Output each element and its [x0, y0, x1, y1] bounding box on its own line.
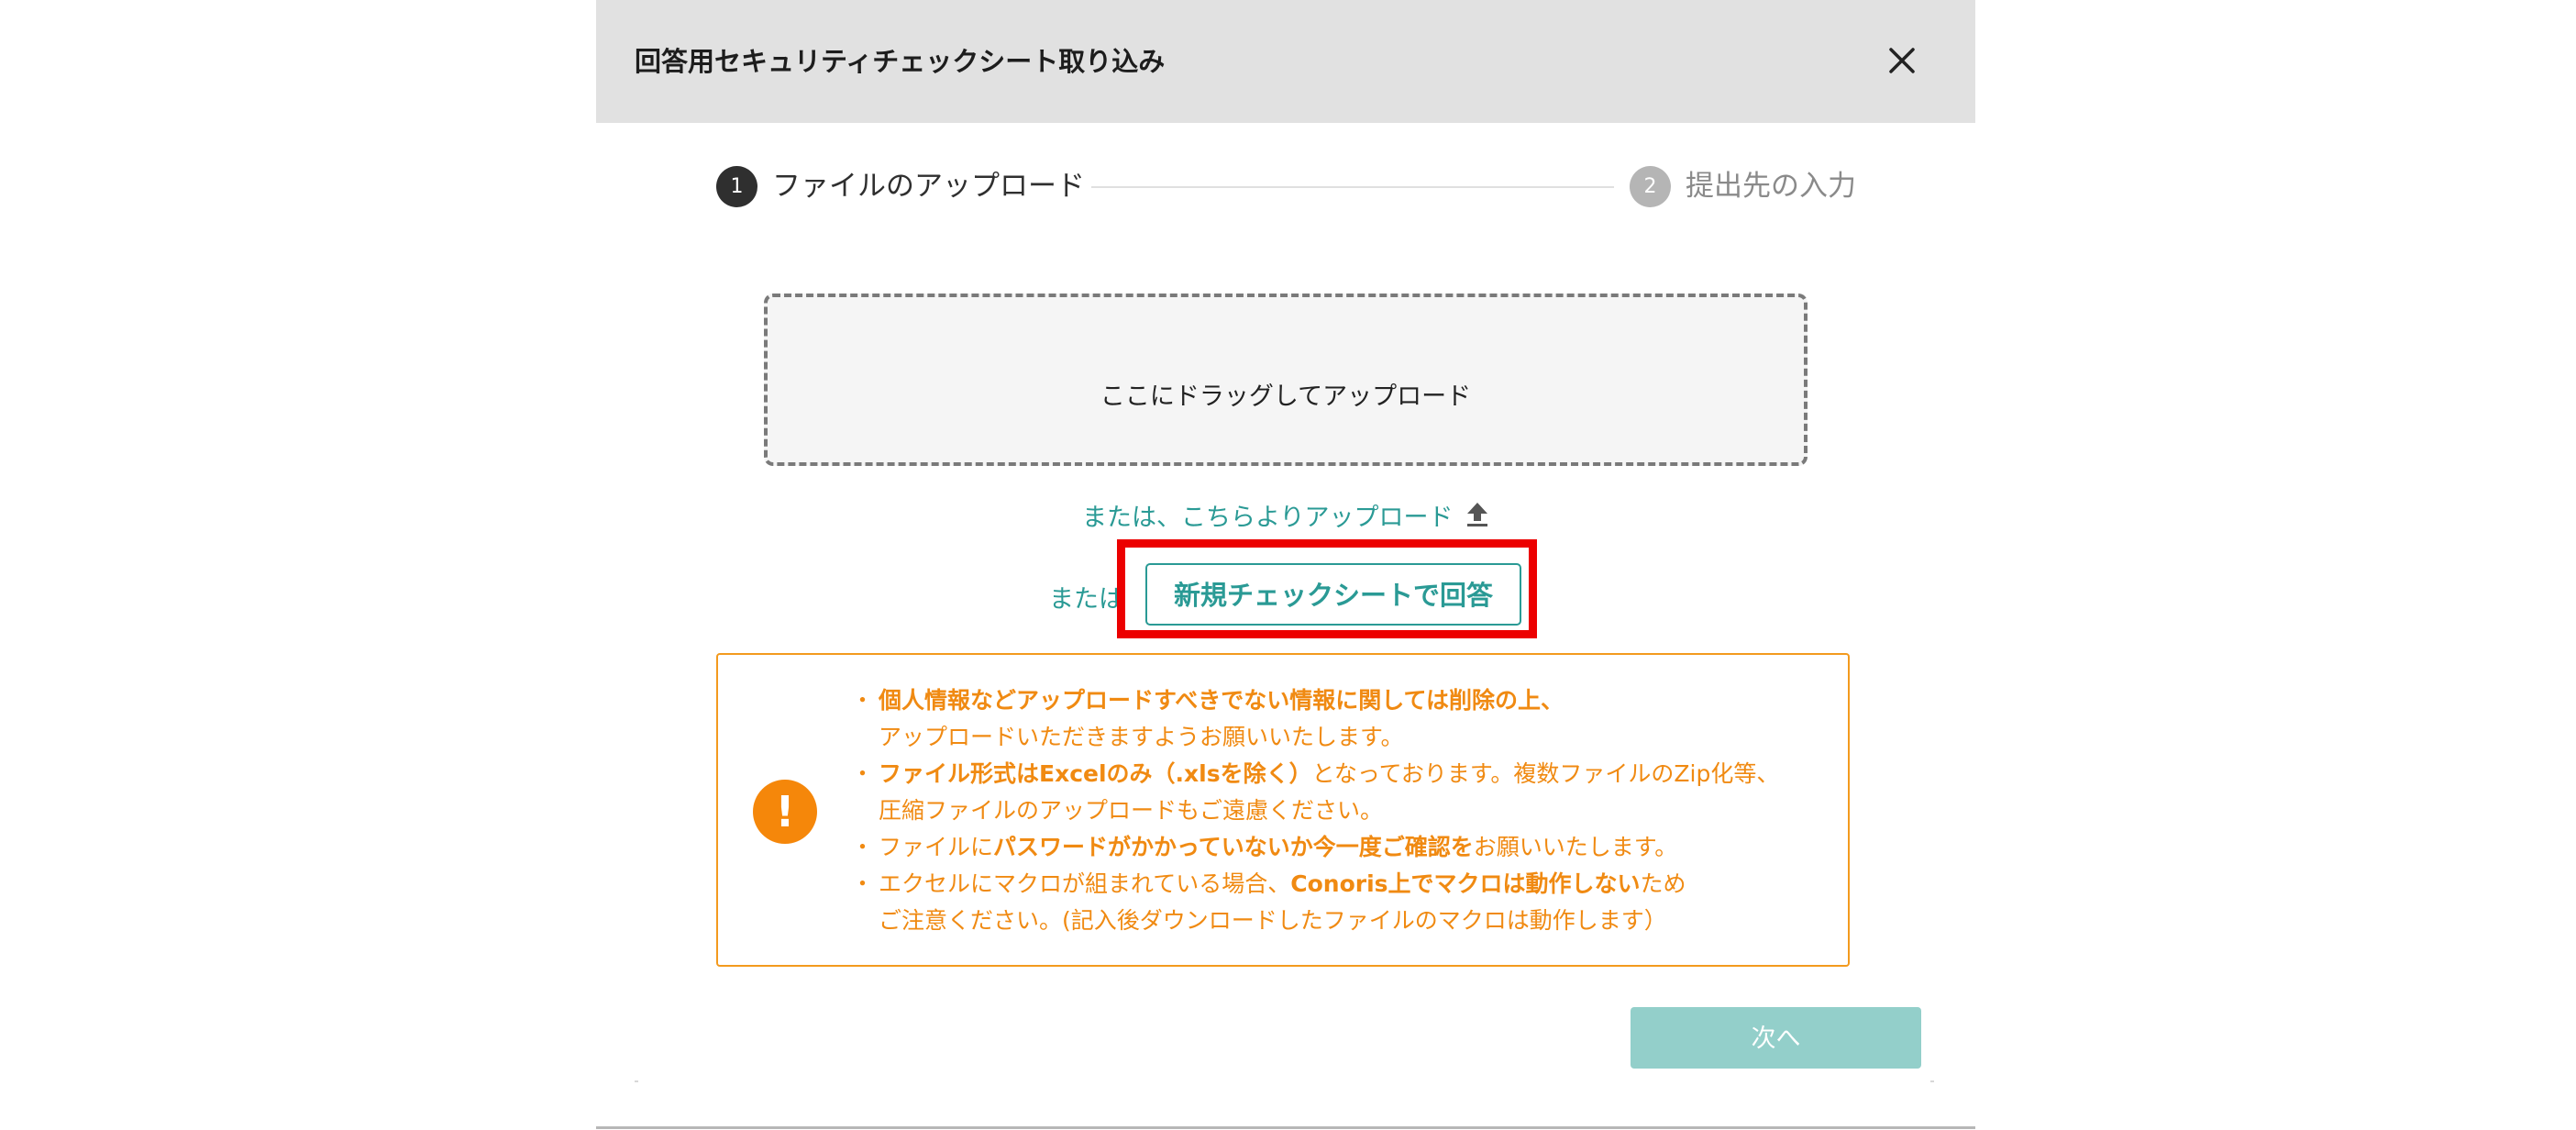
notice-text-segment: ファイル形式はExcelのみ（.xlsを除く） [879, 760, 1312, 787]
notice-item-2-line-1: ・ファイル形式はExcelのみ（.xlsを除く）となっております。複数ファイルの… [851, 756, 1779, 792]
step-2-number: 2 [1630, 166, 1671, 207]
upload-icon [1467, 503, 1488, 526]
step-connector [1091, 186, 1614, 188]
step-1-label: ファイルのアップロード [772, 170, 1085, 203]
notice-text-segment: ため [1640, 870, 1686, 897]
dropzone-text: ここにドラッグしてアップロード [1100, 382, 1472, 411]
footer-divider-left [635, 1080, 638, 1082]
notice-item-1-line-2: アップロードいただきますようお願いいたします。 [851, 719, 1779, 756]
notice-text-segment: 個人情報などアップロードすべきでない情報に関しては削除の上、 [879, 687, 1564, 714]
notice-text-segment: 圧縮ファイルのアップロードもご遠慮ください。 [879, 797, 1384, 824]
page: 回答用セキュリティチェックシート取り込み 1 ファイルのアップロード 2 提出先… [0, 0, 2576, 1130]
footer-divider-right [1930, 1080, 1934, 1082]
notice-bullet: ・ [851, 687, 875, 714]
notice-item-4-line-2: ご注意ください。(記入後ダウンロードしたファイルのマクロは動作します） [851, 903, 1779, 939]
exclamation-icon: ! [753, 780, 817, 844]
step-2-label: 提出先の入力 [1686, 170, 1856, 203]
close-icon [1889, 48, 1915, 73]
notice-item-4-line-1: ・エクセルにマクロが組まれている場合、Conoris上でマクロは動作しないため [851, 866, 1779, 903]
modal-title: 回答用セキュリティチェックシート取り込み [635, 46, 1166, 77]
import-modal: 回答用セキュリティチェックシート取り込み 1 ファイルのアップロード 2 提出先… [596, 0, 1975, 1129]
notice-list: ・個人情報などアップロードすべきでない情報に関しては削除の上、 アップロードいただ… [851, 682, 1779, 939]
notice-item-3-line-1: ・ファイルにパスワードがかかっていないか今一度ご確認をお願いいたします。 [851, 829, 1779, 866]
notice-text-segment: ご注意ください。(記入後ダウンロードしたファイルのマクロは動作します） [879, 907, 1667, 934]
notice-text-segment: ファイルに [879, 834, 994, 860]
notice-text-segment: パスワードがかかっていないか今一度ご確認を [993, 834, 1474, 860]
notice-item-1-line-1: ・個人情報などアップロードすべきでない情報に関しては削除の上、 [851, 682, 1779, 719]
modal-header: 回答用セキュリティチェックシート取り込み [596, 0, 1975, 123]
notice-bullet: ・ [851, 760, 875, 787]
upload-link[interactable]: または、こちらよりアップロード [1082, 498, 1489, 532]
step-1-number: 1 [716, 166, 757, 207]
notice-bullet: ・ [851, 870, 875, 897]
close-button[interactable] [1880, 39, 1924, 83]
notice-text-segment: エクセルにマクロが組まれている場合、 [879, 870, 1291, 897]
notice-text-segment: Conoris上でマクロは動作しない [1290, 870, 1641, 897]
new-checksheet-button[interactable]: 新規チェックシートで回答 [1145, 563, 1521, 626]
notice-item-2-line-2: 圧縮ファイルのアップロードもご遠慮ください。 [851, 792, 1779, 829]
notice-text-segment: となっております。複数ファイルのZip化等、 [1311, 760, 1780, 787]
notice-text-segment: アップロードいただきますようお願いいたします。 [879, 724, 1404, 750]
notice-text-segment: お願いいたします。 [1473, 834, 1678, 860]
notice-box: ! ・個人情報などアップロードすべきでない情報に関しては削除の上、 アップロードい… [716, 653, 1850, 967]
notice-bullet: ・ [851, 834, 875, 860]
file-dropzone[interactable]: ここにドラッグしてアップロード [764, 294, 1808, 466]
next-button[interactable]: 次へ [1631, 1007, 1921, 1069]
upload-link-label: または、こちらよりアップロード [1082, 503, 1454, 532]
